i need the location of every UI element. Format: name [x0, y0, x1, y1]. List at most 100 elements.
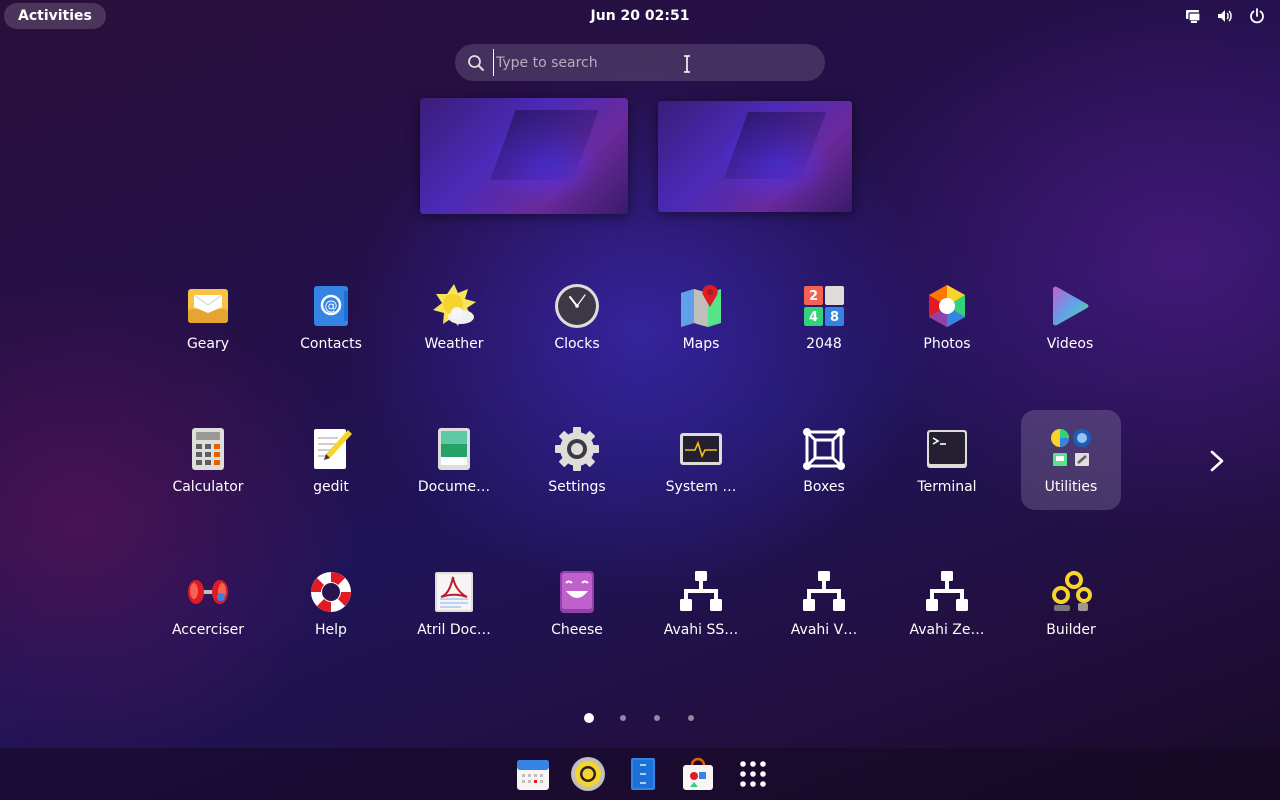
files-icon[interactable] [625, 756, 661, 792]
power-icon[interactable] [1248, 7, 1266, 25]
app-avahi-vnc[interactable]: Avahi V… [774, 553, 874, 653]
clock-datetime[interactable]: Jun 20 02:51 [560, 0, 720, 32]
app-label: Boxes [803, 479, 845, 495]
app-label: Help [315, 622, 347, 638]
avahi-ssh-icon [680, 571, 722, 611]
system-tray[interactable] [1184, 7, 1266, 25]
app-label: Avahi V… [790, 622, 858, 638]
weather-icon [433, 284, 476, 326]
app-folder-utilities[interactable]: Utilities [1021, 410, 1121, 510]
app-label: Photos [923, 336, 971, 352]
app-label: Contacts [300, 336, 362, 352]
maps-icon [681, 285, 721, 327]
workspace-thumbnail-1[interactable] [420, 98, 628, 214]
app-label: Accerciser [171, 622, 245, 638]
svg-text:2: 2 [809, 289, 818, 304]
app-videos[interactable]: Videos [1020, 267, 1120, 367]
search-input[interactable] [493, 49, 793, 76]
system-monitor-icon [680, 433, 722, 465]
utilities-folder-icon [1051, 429, 1091, 466]
show-apps-icon[interactable] [735, 756, 771, 792]
app-help[interactable]: Help [281, 553, 381, 653]
app-contacts[interactable]: @ Contacts [281, 267, 381, 367]
app-label: Avahi Ze… [909, 622, 985, 638]
app-label: Geary [186, 336, 230, 352]
dash [0, 748, 1280, 800]
app-system-monitor[interactable]: System … [651, 410, 751, 510]
cheese-icon [560, 571, 594, 613]
page-dot-3[interactable] [654, 715, 660, 721]
document-viewer-icon [438, 428, 470, 470]
page-dot-2[interactable] [620, 715, 626, 721]
atril-icon [435, 572, 473, 612]
page-dot-1[interactable] [584, 713, 594, 723]
app-accerciser[interactable]: Accerciser [158, 553, 258, 653]
app-label: Docume… [417, 479, 491, 495]
app-label: System … [665, 479, 737, 495]
app-label: Videos [1046, 336, 1094, 352]
calendar-icon[interactable] [515, 756, 551, 792]
clocks-icon [555, 284, 599, 328]
app-atril[interactable]: Atril Doc… [404, 553, 504, 653]
app-weather[interactable]: Weather [404, 267, 504, 367]
app-terminal[interactable]: Terminal [897, 410, 997, 510]
app-calculator[interactable]: Calculator [158, 410, 258, 510]
app-settings[interactable]: Settings [527, 410, 627, 510]
app-geary[interactable]: Geary [158, 267, 258, 367]
page-dot-4[interactable] [688, 715, 694, 721]
app-avahi-zeroconf[interactable]: Avahi Ze… [897, 553, 997, 653]
settings-icon [555, 427, 599, 471]
app-photos[interactable]: Photos [897, 267, 997, 367]
accerciser-icon [188, 580, 228, 604]
app-cheese[interactable]: Cheese [527, 553, 627, 653]
svg-text:8: 8 [830, 310, 839, 325]
screen-share-icon[interactable] [1184, 7, 1202, 25]
videos-icon [1053, 286, 1089, 326]
app-label: Calculator [172, 479, 244, 495]
photos-icon [929, 285, 965, 327]
app-label: gedit [313, 479, 349, 495]
page-indicator [580, 712, 700, 726]
software-icon[interactable] [680, 756, 716, 792]
app-clocks[interactable]: Clocks [527, 267, 627, 367]
help-icon [311, 572, 351, 612]
top-bar: Activities Jun 20 02:51 [0, 0, 1280, 32]
app-maps[interactable]: Maps [651, 267, 751, 367]
avahi-vnc-icon [803, 571, 845, 611]
avahi-zeroconf-icon [926, 571, 968, 611]
app-avahi-ssh[interactable]: Avahi SS… [651, 553, 751, 653]
app-label: Settings [548, 479, 606, 495]
search-bar[interactable] [455, 44, 825, 81]
calculator-icon [192, 428, 224, 470]
app-label: Builder [1046, 622, 1096, 638]
app-label: Atril Doc… [417, 622, 491, 638]
builder-icon [1052, 571, 1092, 611]
app-gedit[interactable]: gedit [281, 410, 381, 510]
app-2048[interactable]: 2 4 8 2048 [774, 267, 874, 367]
app-label: Maps [682, 336, 720, 352]
app-label: Utilities [1044, 479, 1098, 495]
gedit-icon [314, 429, 352, 469]
workspace-thumbnail-2[interactable] [658, 101, 852, 212]
text-cursor-icon [684, 55, 690, 73]
volume-icon[interactable] [1216, 7, 1234, 25]
rhythmbox-icon[interactable] [570, 756, 606, 792]
app-label: Avahi SS… [663, 622, 739, 638]
next-page-arrow-icon[interactable] [1207, 449, 1227, 473]
terminal-icon [927, 430, 967, 468]
app-label: Weather [424, 336, 484, 352]
contacts-icon: @ [314, 286, 348, 326]
app-label: Terminal [917, 479, 977, 495]
activities-button[interactable]: Activities [4, 3, 106, 29]
app-document-viewer[interactable]: Docume… [404, 410, 504, 510]
app-boxes[interactable]: Boxes [774, 410, 874, 510]
geary-icon [188, 289, 228, 323]
app-label: 2048 [806, 336, 842, 352]
search-icon [468, 55, 484, 71]
svg-text:@: @ [325, 299, 338, 314]
svg-text:4: 4 [809, 310, 818, 325]
app-label: Cheese [551, 622, 603, 638]
2048-icon: 2 4 8 [804, 286, 844, 326]
app-label: Clocks [554, 336, 600, 352]
app-builder[interactable]: Builder [1021, 553, 1121, 653]
